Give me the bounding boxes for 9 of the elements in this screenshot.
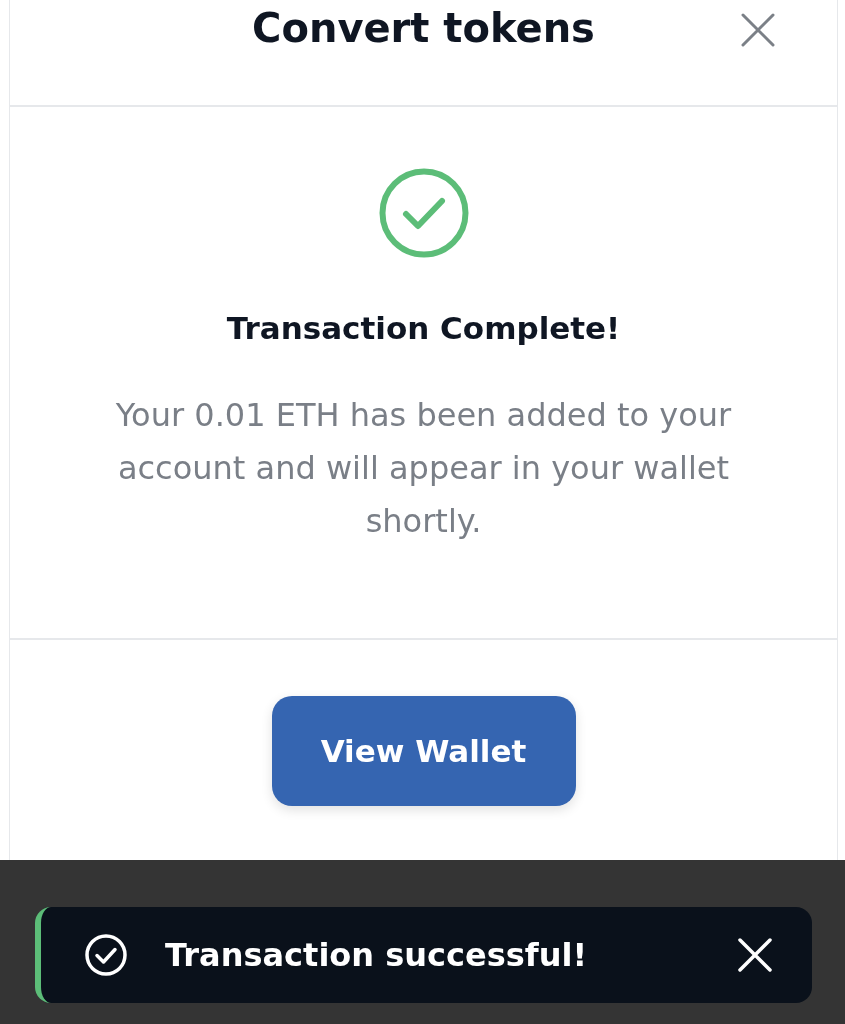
- result-message: Your 0.01 ETH has been added to your account and will appear in your wallet shortly.: [114, 395, 733, 542]
- close-icon: [741, 13, 775, 47]
- dialog-title: Convert tokens: [252, 4, 595, 53]
- check-circle-icon: [85, 934, 127, 976]
- result-title: Transaction Complete!: [226, 309, 621, 348]
- toast-message: Transaction successful!: [165, 936, 589, 974]
- close-icon: [738, 938, 772, 972]
- check-circle-icon: [378, 168, 469, 258]
- view-wallet-button[interactable]: View Wallet: [271, 696, 576, 806]
